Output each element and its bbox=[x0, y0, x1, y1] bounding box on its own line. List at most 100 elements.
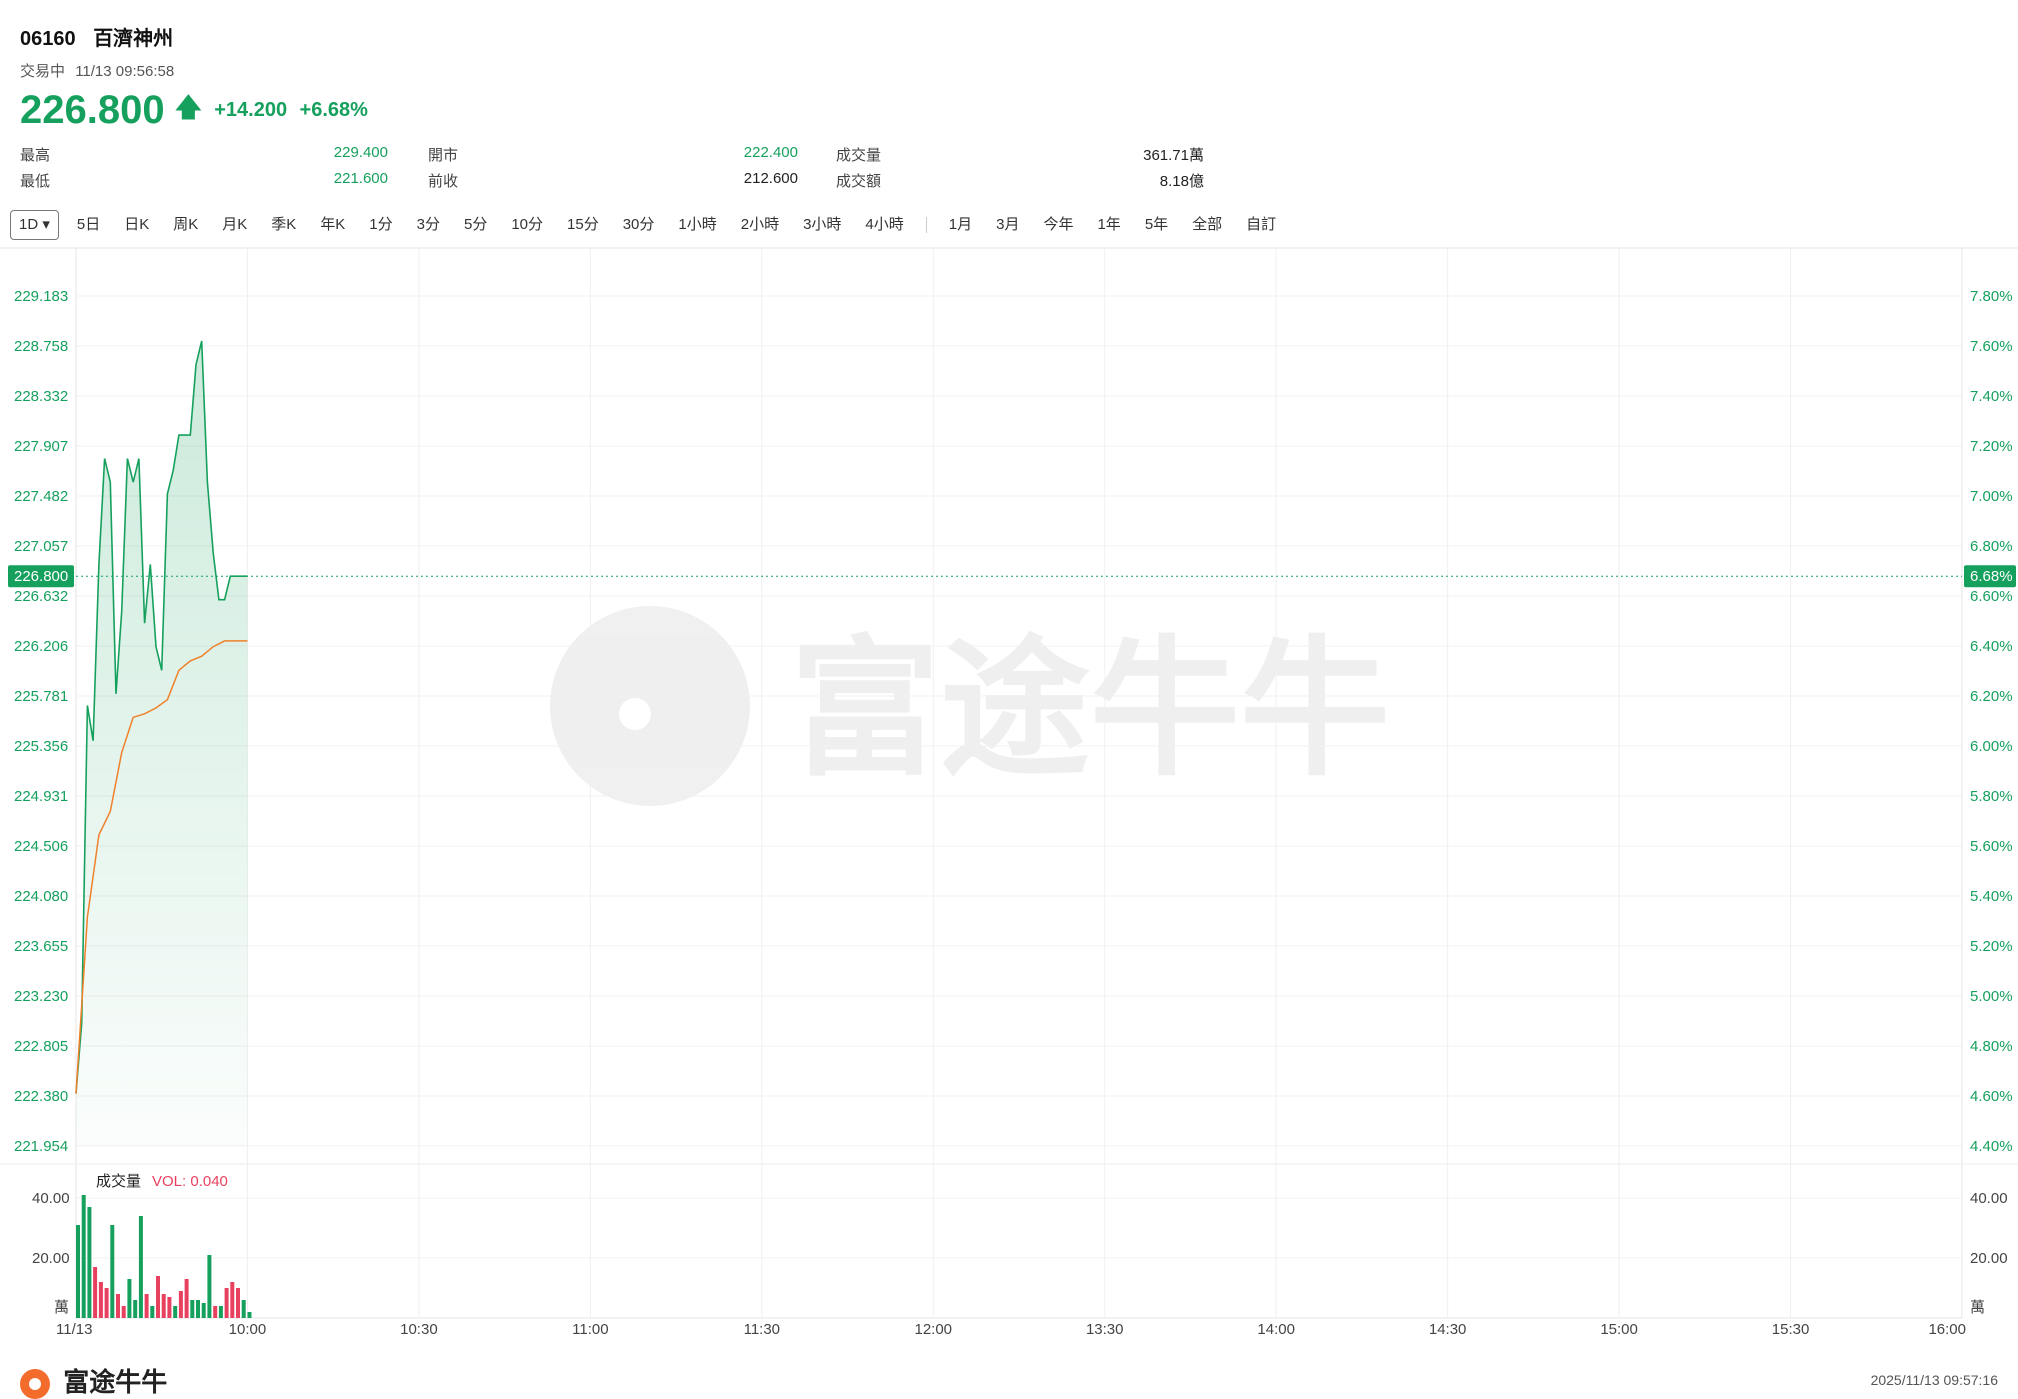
brand-name: 富途牛牛 bbox=[63, 1367, 168, 1397]
tab-20[interactable]: 1年 bbox=[1085, 211, 1132, 239]
price-tick-label: 227.057 bbox=[14, 538, 68, 555]
price-tick-label: 222.805 bbox=[14, 1038, 68, 1055]
price-change-pct: +6.68% bbox=[299, 99, 368, 121]
price-tick-label: 222.380 bbox=[14, 1088, 68, 1105]
volume-panel-label: 成交量 bbox=[96, 1172, 141, 1190]
pct-tick-label: 5.80% bbox=[1970, 788, 2013, 805]
pct-tick-label: 6.40% bbox=[1970, 638, 2013, 655]
volume-bar bbox=[93, 1267, 98, 1318]
tab-1[interactable]: 5日 bbox=[65, 211, 112, 239]
price-tick-label: 225.356 bbox=[14, 738, 68, 755]
tab-5[interactable]: 季K bbox=[259, 211, 308, 239]
tab-11[interactable]: 15分 bbox=[555, 211, 611, 239]
tab-17[interactable]: 1月 bbox=[937, 211, 984, 239]
volume-bar bbox=[138, 1216, 143, 1318]
pct-tick-label: 7.80% bbox=[1970, 288, 2013, 305]
last-price: 226.800 bbox=[20, 88, 165, 132]
price-tick-label: 223.230 bbox=[14, 988, 68, 1005]
futu-logo-icon bbox=[20, 1369, 50, 1399]
volume-bar bbox=[207, 1255, 212, 1318]
snapshot-timestamp: 2025/11/13 09:57:16 bbox=[1870, 1372, 1998, 1388]
tab-2[interactable]: 日K bbox=[112, 211, 161, 239]
volume-bar bbox=[81, 1195, 86, 1318]
volume-tick-label-right: 20.00 bbox=[1970, 1250, 2008, 1267]
status-datetime: 11/13 09:56:58 bbox=[75, 63, 175, 80]
volume-bar bbox=[196, 1300, 200, 1318]
tab-13[interactable]: 1小時 bbox=[666, 211, 728, 239]
open-label: 開市 bbox=[428, 147, 459, 164]
price-tick-label: 223.655 bbox=[14, 938, 68, 955]
pct-tick-label: 7.60% bbox=[1970, 338, 2013, 355]
tab-3[interactable]: 周K bbox=[161, 211, 210, 239]
time-tick-label: 15:30 bbox=[1772, 1321, 1810, 1338]
price-tick-label: 228.332 bbox=[14, 388, 68, 405]
price-tick-label: 227.907 bbox=[14, 438, 68, 455]
price-tick-label: 224.931 bbox=[14, 788, 68, 805]
open-value: 222.400 bbox=[743, 144, 798, 161]
tab-8[interactable]: 3分 bbox=[405, 211, 452, 239]
time-tick-label: 16:00 bbox=[1928, 1321, 1966, 1338]
volume-bar bbox=[190, 1300, 195, 1318]
volume-tick-label-right: 40.00 bbox=[1970, 1190, 2008, 1207]
tab-7[interactable]: 1分 bbox=[357, 211, 404, 239]
volume-value: 361.71萬 bbox=[1143, 147, 1204, 164]
price-box: 226.800 🡅 +14.200 +6.68% bbox=[20, 88, 368, 133]
tab-4[interactable]: 月K bbox=[210, 211, 259, 239]
tab-0[interactable]: 1D ▾ bbox=[10, 210, 59, 240]
up-arrow-icon: 🡅 bbox=[175, 91, 202, 122]
price-tick-label: 228.758 bbox=[14, 338, 68, 355]
pct-tick-label: 4.60% bbox=[1970, 1088, 2013, 1105]
volume-bar bbox=[133, 1300, 138, 1318]
tab-19[interactable]: 今年 bbox=[1031, 211, 1085, 239]
low-value: 221.600 bbox=[333, 170, 388, 187]
volume-bar bbox=[241, 1300, 246, 1318]
pct-tick-label: 7.20% bbox=[1970, 438, 2013, 455]
time-tick-label: 10:00 bbox=[229, 1321, 267, 1338]
stock-name: 百濟神州 bbox=[93, 28, 174, 50]
prev-close-label: 前收 bbox=[428, 173, 459, 190]
tab-14[interactable]: 2小時 bbox=[729, 211, 791, 239]
tab-12[interactable]: 30分 bbox=[611, 211, 667, 239]
tab-9[interactable]: 5分 bbox=[452, 211, 499, 239]
volume-bar bbox=[150, 1306, 155, 1318]
time-tick-label: 14:30 bbox=[1429, 1321, 1467, 1338]
tab-23[interactable]: 自訂 bbox=[1234, 211, 1288, 239]
pct-tick-label: 7.40% bbox=[1970, 388, 2013, 405]
tab-22[interactable]: 全部 bbox=[1180, 211, 1234, 239]
tab-15[interactable]: 3小時 bbox=[791, 211, 853, 239]
high-value: 229.400 bbox=[333, 144, 388, 161]
volume-bar bbox=[178, 1291, 183, 1318]
watermark: 富途牛牛 bbox=[550, 606, 1390, 806]
time-tick-label: 11:30 bbox=[744, 1321, 780, 1338]
pct-tick-label: 6.80% bbox=[1970, 538, 2013, 555]
period-tabs: 1D ▾ 5日 日K 周K 月K 季K 年K 1分 3分 5分 10分 15分 30分 1小時 2小時 3小時… bbox=[10, 210, 1288, 240]
tab-10[interactable]: 10分 bbox=[499, 211, 555, 239]
price-tick-label: 221.954 bbox=[14, 1138, 68, 1155]
volume-bar bbox=[247, 1312, 252, 1318]
volume-bar bbox=[116, 1294, 120, 1318]
low-label: 最低 bbox=[20, 173, 51, 190]
time-tick-label: 11/13 bbox=[56, 1321, 92, 1338]
volume-tick-label: 20.00 bbox=[32, 1250, 70, 1267]
tab-21[interactable]: 5年 bbox=[1133, 211, 1180, 239]
turnover-label: 成交額 bbox=[836, 173, 882, 190]
stock-code: 06160 bbox=[20, 28, 76, 50]
pct-tick-label: 4.40% bbox=[1970, 1138, 2013, 1155]
pct-tick-label: 5.40% bbox=[1970, 888, 2013, 905]
trading-status: 交易中 11/13 09:56:58 bbox=[20, 60, 174, 81]
volume-bar bbox=[167, 1297, 172, 1318]
volume-bar bbox=[184, 1279, 189, 1318]
pct-tick-label: 4.80% bbox=[1970, 1038, 2013, 1055]
tab-18[interactable]: 3月 bbox=[984, 211, 1031, 239]
volume-bar bbox=[230, 1282, 235, 1318]
price-tick-label: 225.781 bbox=[14, 688, 68, 705]
volume-label: 成交量 bbox=[836, 147, 882, 164]
time-tick-label: 11:00 bbox=[572, 1321, 608, 1338]
intraday-chart: 富途牛牛 229.183 7.80% 228.758 7.60% 228.332 7.40%… bbox=[0, 247, 2018, 1338]
current-price-tag-text: 226.800 bbox=[14, 568, 68, 585]
volume-bar bbox=[218, 1306, 223, 1318]
tab-16[interactable]: 4小時 bbox=[853, 211, 915, 239]
volume-bar bbox=[127, 1279, 132, 1318]
tab-6[interactable]: 年K bbox=[308, 211, 357, 239]
price-tick-label: 226.632 bbox=[14, 588, 68, 605]
